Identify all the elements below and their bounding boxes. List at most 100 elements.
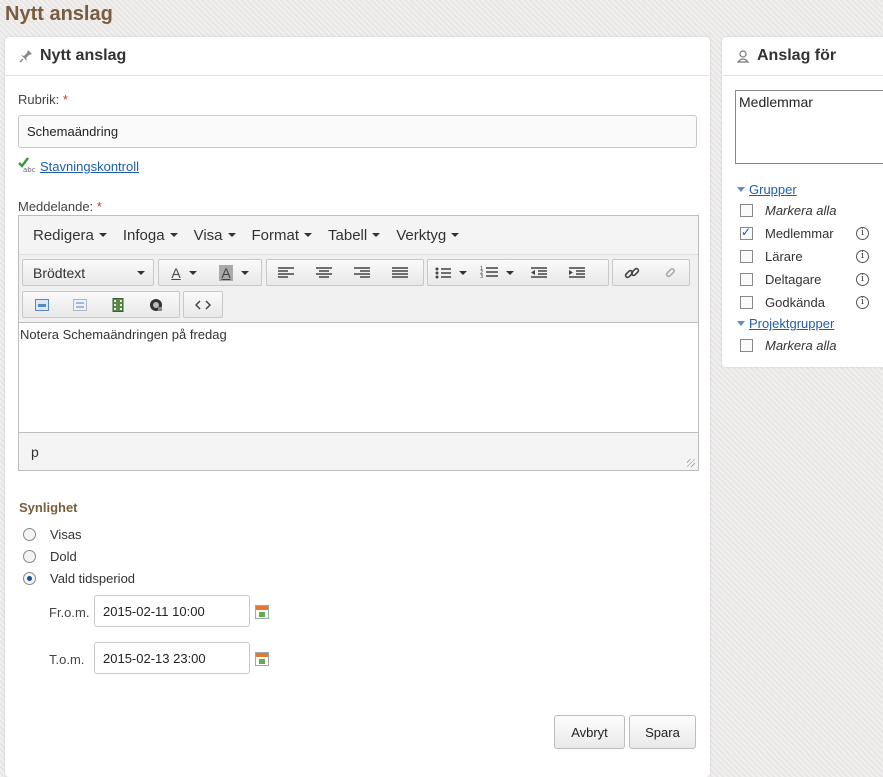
- video-icon[interactable]: [99, 292, 137, 317]
- radio-button-selected[interactable]: [23, 572, 36, 585]
- caret-icon: [98, 233, 107, 237]
- checkbox[interactable]: [740, 339, 753, 352]
- indent-icon[interactable]: [558, 260, 596, 285]
- align-left-icon[interactable]: [267, 260, 305, 285]
- from-label: Fr.o.m.: [49, 605, 90, 620]
- subject-input[interactable]: [18, 115, 697, 148]
- caret-icon: [506, 270, 514, 275]
- group-select-all[interactable]: Markera alla: [740, 203, 837, 218]
- source-code-icon[interactable]: [184, 292, 222, 317]
- calendar-icon[interactable]: [255, 605, 269, 619]
- radio-button[interactable]: [23, 550, 36, 563]
- checkbox-checked[interactable]: [740, 225, 753, 240]
- radio-hidden[interactable]: Dold: [23, 549, 77, 564]
- panel-title: Nytt anslag: [40, 47, 127, 64]
- required-mark: *: [62, 92, 68, 107]
- background-color-icon: A: [219, 264, 233, 281]
- radio-period[interactable]: Vald tidsperiod: [23, 571, 135, 586]
- new-post-panel: Nytt anslag Rubrik: * abc Stavningskontr…: [5, 37, 710, 777]
- color-group: A A: [158, 259, 262, 286]
- menu-label: Tabell: [328, 226, 368, 244]
- radio-button[interactable]: [23, 528, 36, 541]
- radio-label: Vald tidsperiod: [50, 571, 136, 586]
- checkbox[interactable]: [740, 204, 753, 217]
- cancel-button[interactable]: Avbryt: [554, 715, 625, 749]
- link-icon[interactable]: [613, 260, 651, 285]
- panel-title: Anslag för: [757, 47, 837, 64]
- project-groups-toggle[interactable]: Projektgrupper: [737, 316, 834, 331]
- menu-visa[interactable]: Visa: [194, 227, 236, 244]
- background-color-button[interactable]: A: [209, 260, 259, 285]
- svg-text:3: 3: [480, 274, 483, 279]
- info-icon[interactable]: i: [856, 227, 869, 240]
- checkbox[interactable]: [740, 273, 753, 286]
- groups-link[interactable]: Grupper: [749, 182, 797, 197]
- caret-icon: [188, 270, 197, 275]
- media-group: [22, 291, 180, 318]
- checkbox[interactable]: [740, 250, 753, 263]
- unlink-icon[interactable]: [651, 260, 689, 285]
- group-medlemmar[interactable]: Medlemmar i: [740, 225, 869, 241]
- checkbox-label: Deltagare: [765, 272, 822, 287]
- editor-menubar: Redigera Infoga Visa Format Tabell Verkt…: [19, 216, 698, 255]
- caret-icon: [227, 233, 236, 237]
- page-title: Nytt anslag: [5, 3, 113, 25]
- project-groups-link[interactable]: Projektgrupper: [749, 316, 834, 331]
- text-color-button[interactable]: A: [159, 260, 209, 285]
- calendar-icon[interactable]: [255, 652, 269, 666]
- spellcheck: abc Stavningskontroll: [18, 157, 139, 176]
- menu-redigera[interactable]: Redigera: [33, 227, 107, 244]
- info-icon[interactable]: i: [856, 250, 869, 263]
- editor-content[interactable]: Notera Schemaändringen på fredag: [19, 323, 698, 431]
- to-label: T.o.m.: [49, 652, 85, 667]
- radio-visible[interactable]: Visas: [23, 527, 82, 542]
- caret-icon: [169, 233, 178, 237]
- menu-label: Verktyg: [396, 226, 447, 244]
- groups-toggle[interactable]: Grupper: [737, 182, 797, 197]
- selected-recipients-box[interactable]: Medlemmar: [735, 90, 883, 164]
- editor-toolbar: Brödtext A A 123: [19, 255, 698, 323]
- resize-handle-icon[interactable]: [687, 459, 695, 467]
- bullet-list-icon[interactable]: [428, 260, 474, 285]
- visibility-title: Synlighet: [19, 500, 78, 515]
- info-icon[interactable]: i: [856, 296, 869, 309]
- align-group: [266, 259, 424, 286]
- menu-verktyg[interactable]: Verktyg: [396, 226, 460, 244]
- caret-icon: [451, 233, 460, 237]
- expand-triangle-icon: [737, 187, 745, 192]
- list-group: 123: [427, 259, 609, 286]
- menu-infoga[interactable]: Infoga: [123, 227, 178, 244]
- info-icon[interactable]: i: [856, 273, 869, 286]
- align-right-icon[interactable]: [343, 260, 381, 285]
- group-deltagare[interactable]: Deltagare i: [740, 272, 869, 287]
- caret-icon: [372, 233, 381, 237]
- checkbox[interactable]: [740, 296, 753, 309]
- image-icon[interactable]: [23, 292, 61, 317]
- menu-label: Redigera: [33, 226, 94, 244]
- menu-tabell[interactable]: Tabell: [328, 226, 381, 244]
- align-center-icon[interactable]: [305, 260, 343, 285]
- caret-icon: [137, 270, 145, 275]
- text-color-icon: A: [171, 264, 181, 281]
- numbered-list-icon[interactable]: 123: [474, 260, 520, 285]
- menu-format[interactable]: Format: [252, 227, 313, 244]
- from-date-input[interactable]: [94, 595, 250, 627]
- align-justify-icon[interactable]: [381, 260, 419, 285]
- project-select-all[interactable]: Markera alla: [740, 338, 837, 353]
- checkbox-label: Markera alla: [765, 203, 837, 218]
- group-godkanda[interactable]: Godkända i: [740, 295, 869, 310]
- template-icon[interactable]: [61, 292, 99, 317]
- element-path[interactable]: p: [31, 444, 39, 460]
- menu-label: Format: [251, 226, 300, 244]
- group-larare[interactable]: Lärare i: [740, 249, 869, 264]
- special-chars-icon[interactable]: [137, 292, 175, 317]
- checkbox-label: Godkända: [765, 295, 825, 310]
- subject-label-text: Rubrik:: [18, 92, 60, 107]
- outdent-icon[interactable]: [520, 260, 558, 285]
- save-button[interactable]: Spara: [629, 715, 696, 749]
- to-date-input[interactable]: [94, 642, 250, 674]
- spellcheck-link[interactable]: Stavningskontroll: [40, 159, 139, 174]
- block-format-select[interactable]: Brödtext: [22, 259, 154, 286]
- rich-text-editor: Redigera Infoga Visa Format Tabell Verkt…: [18, 215, 699, 471]
- pin-icon: [18, 48, 34, 64]
